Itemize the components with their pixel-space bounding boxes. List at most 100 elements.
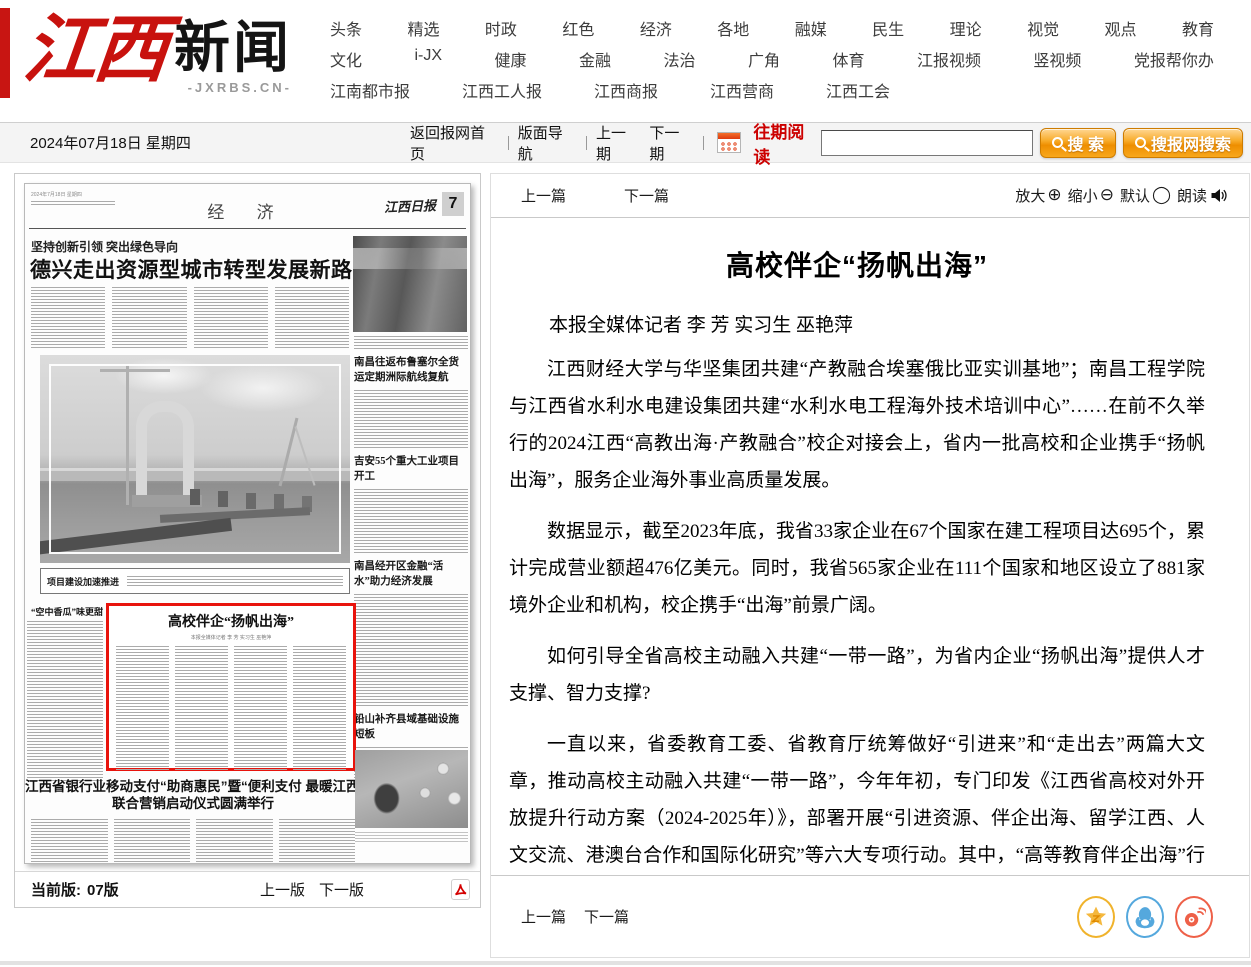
zoom-out-icon: ⊖ xyxy=(1100,187,1114,204)
reader-controls: 放大 ⊕ 缩小 ⊖ 默认 ◯ 朗读 xyxy=(1015,185,1227,206)
issue-links: 返回报网首页 版面导航 上一期 下一期 往期阅读 xyxy=(410,118,821,168)
speaker-icon xyxy=(1210,187,1227,204)
logo-text-red: 江西 xyxy=(19,4,169,96)
divider xyxy=(703,136,704,150)
qq-share-icon[interactable] xyxy=(1126,896,1164,938)
layout-nav-link[interactable]: 版面导航 xyxy=(518,122,577,164)
nav-item-jiaoyu[interactable]: 教育 xyxy=(1182,16,1214,40)
nav-item-dangbao[interactable]: 党报帮你办 xyxy=(1134,47,1214,71)
nav-item-jinrong[interactable]: 金融 xyxy=(579,47,611,71)
paper-rule xyxy=(29,228,466,229)
nav-item-tiyu[interactable]: 体育 xyxy=(832,47,864,71)
nav-item-gongrenbao[interactable]: 江西工人报 xyxy=(462,78,542,102)
next-issue-link[interactable]: 下一期 xyxy=(649,122,693,164)
search-input[interactable] xyxy=(821,130,1033,156)
side-headline-3: 南昌经开区金融“活水”助力经济发展 xyxy=(354,559,468,589)
nav-item-wenhua[interactable]: 文化 xyxy=(330,47,362,71)
pdf-icon[interactable] xyxy=(451,879,470,900)
nav-item-yingshang[interactable]: 江西营商 xyxy=(710,78,774,102)
prev-page-link[interactable]: 上一版 xyxy=(260,879,305,900)
archive-link[interactable]: 往期阅读 xyxy=(753,118,820,168)
nav-item-minsheng[interactable]: 民生 xyxy=(872,16,904,40)
page-bottom-divider xyxy=(0,961,1251,965)
nav-item-jingxuan[interactable]: 精选 xyxy=(407,16,439,40)
nav-item-guangjiao[interactable]: 广角 xyxy=(748,47,780,71)
nav-item-fazhi[interactable]: 法治 xyxy=(663,47,695,71)
nav-item-toutiao[interactable]: 头条 xyxy=(330,16,362,40)
sim-text xyxy=(355,832,468,844)
paper-main-headline: 德兴走出资源型城市转型发展新路 xyxy=(30,254,353,284)
divider xyxy=(586,136,587,150)
search-button-label: 搜 索 xyxy=(1068,131,1104,155)
current-page-indicator: 当前版: 07版 xyxy=(31,879,119,900)
qzone-share-icon[interactable] xyxy=(1077,896,1115,938)
nav-item-jiankang[interactable]: 健康 xyxy=(495,47,527,71)
nav-item-guandian[interactable]: 观点 xyxy=(1105,16,1137,40)
sim-text-column xyxy=(114,819,191,863)
nav-item-shu-video[interactable]: 竖视频 xyxy=(1033,47,1081,71)
nav-item-gedi[interactable]: 各地 xyxy=(717,16,749,40)
next-article-link-bottom[interactable]: 下一篇 xyxy=(584,906,629,927)
zoom-out-label: 缩小 xyxy=(1068,185,1098,206)
next-article-link-top[interactable]: 下一篇 xyxy=(624,185,669,206)
side-headline-4: 铅山补齐县域基础设施短板 xyxy=(354,712,468,742)
weibo-share-icon[interactable] xyxy=(1175,896,1213,938)
sim-text-column xyxy=(196,819,273,863)
zoom-reset-control[interactable]: 默认 ◯ xyxy=(1120,185,1171,206)
bottom-body-columns xyxy=(31,819,355,863)
prev-article-link-top[interactable]: 上一篇 xyxy=(521,185,566,206)
nav-item-gonghui[interactable]: 江西工会 xyxy=(826,78,890,102)
nav-item-hongse[interactable]: 红色 xyxy=(562,16,594,40)
photo-caption: 项目建设加速推进 xyxy=(47,575,119,588)
zoom-reset-icon: ◯ xyxy=(1152,187,1171,204)
nav-item-ijx[interactable]: i-JX xyxy=(414,47,442,71)
paper-page-number: 7 xyxy=(442,192,464,216)
nav-item-jingji[interactable]: 经济 xyxy=(640,16,672,40)
site-search-button-label: 搜报网搜索 xyxy=(1151,131,1231,155)
nav-item-jiangbao-video[interactable]: 江报视频 xyxy=(917,47,981,71)
article-panel: 上一篇 下一篇 放大 ⊕ 缩小 ⊖ 默认 ◯ 朗读 xyxy=(490,173,1250,958)
article-paragraph: 数据显示，截至2023年底，我省33家企业在67个国家在建工程项目达695个，累… xyxy=(509,513,1205,624)
sim-text-column xyxy=(194,287,268,349)
sim-text-column xyxy=(293,646,346,772)
logo-text-black: 新闻 xyxy=(174,18,292,78)
site-logo[interactable]: 江西 新闻 -JXRBS.CN- xyxy=(24,4,292,96)
read-aloud-label: 朗读 xyxy=(1177,185,1207,206)
article-paragraphs: 江西财经大学与华坚集团共建“产教融合埃塞俄比亚实训基地”；南昌工程学院与江西省水… xyxy=(509,351,1205,876)
photo-caption-box: 项目建设加速推进 xyxy=(40,568,350,594)
newspaper-page-image[interactable]: 2024年7月18日 星期四 经 济 江西日报 7 坚持创新引领 突出绿色导向 … xyxy=(24,183,471,864)
paper-kicker: 坚持创新引领 突出绿色导向 xyxy=(31,238,178,255)
paper-masthead: 江西日报 xyxy=(384,195,437,216)
nav-item-lilun[interactable]: 理论 xyxy=(950,16,982,40)
article-byline: 本报全媒体记者 李 芳 实习生 巫艳萍 xyxy=(509,310,1205,337)
search-button[interactable]: 搜 索 xyxy=(1040,128,1116,158)
zoom-in-icon: ⊕ xyxy=(1047,187,1061,204)
share-icons xyxy=(1077,896,1213,938)
next-page-link[interactable]: 下一版 xyxy=(319,879,364,900)
article-paragraph: 江西财经大学与华坚集团共建“产教融合埃塞俄比亚实训基地”；南昌工程学院与江西省水… xyxy=(509,351,1205,499)
sim-text-column xyxy=(116,646,169,772)
nav-item-shangbao[interactable]: 江西商报 xyxy=(594,78,658,102)
zoom-out-control[interactable]: 缩小 ⊖ xyxy=(1068,185,1114,206)
logo-domain: -JXRBS.CN- xyxy=(174,80,292,95)
prev-issue-link[interactable]: 上一期 xyxy=(596,122,640,164)
zoom-in-control[interactable]: 放大 ⊕ xyxy=(1015,185,1061,206)
main-nav: 头条 精选 时政 红色 经济 各地 融媒 民生 理论 视觉 观点 教育 文化 i… xyxy=(330,16,1214,109)
site-search-button[interactable]: 搜报网搜索 xyxy=(1123,128,1243,158)
bridge-construction-photo xyxy=(40,355,350,563)
nav-row-3: 江南都市报 江西工人报 江西商报 江西营商 江西工会 xyxy=(330,78,890,102)
back-home-link[interactable]: 返回报网首页 xyxy=(410,122,499,164)
nav-item-shizheng[interactable]: 时政 xyxy=(485,16,517,40)
nav-item-shijue[interactable]: 视觉 xyxy=(1027,16,1059,40)
nav-item-rongmei[interactable]: 融媒 xyxy=(795,16,827,40)
nav-item-jiangnan[interactable]: 江南都市报 xyxy=(330,78,410,102)
zoom-reset-label: 默认 xyxy=(1120,185,1150,206)
magnifier-icon xyxy=(1052,137,1063,148)
search-area: 搜 索 搜报网搜索 xyxy=(821,128,1243,158)
calendar-icon[interactable] xyxy=(717,132,742,153)
prev-article-link-bottom[interactable]: 上一篇 xyxy=(521,906,566,927)
read-aloud-control[interactable]: 朗读 xyxy=(1177,185,1227,206)
nav-row-2: 文化 i-JX 健康 金融 法治 广角 体育 江报视频 竖视频 党报帮你办 xyxy=(330,47,1214,71)
highlighted-article-box[interactable]: 高校伴企“扬帆出海” 本报全媒体记者 李 芳 实习生 巫艳萍 xyxy=(106,603,356,771)
current-page-label: 当前版: xyxy=(31,879,81,900)
